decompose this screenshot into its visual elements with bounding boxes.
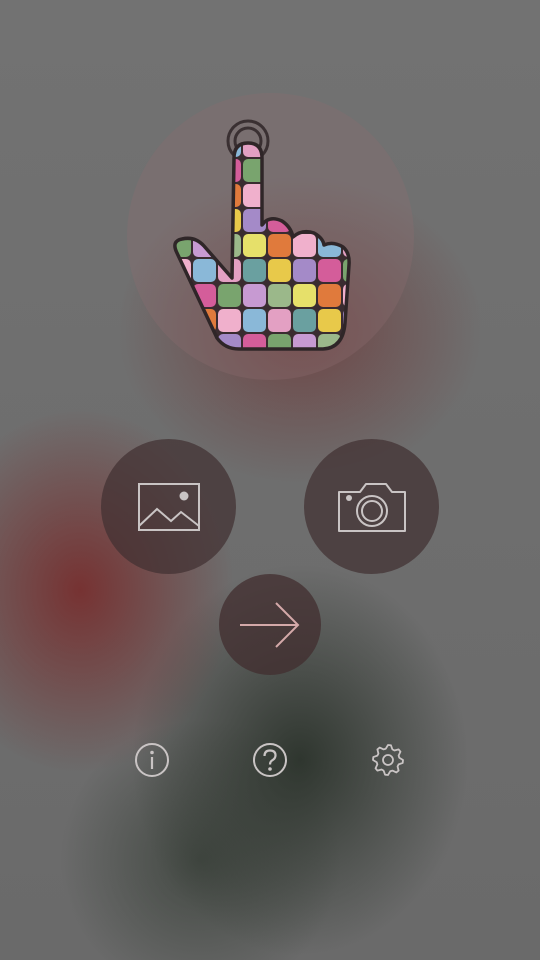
gear-icon — [372, 744, 404, 776]
settings-button[interactable] — [369, 741, 407, 779]
help-icon — [253, 743, 287, 777]
camera-button[interactable] — [304, 439, 439, 574]
image-gallery-icon — [137, 482, 200, 531]
colorful-tapping-hand-icon — [173, 119, 351, 351]
gallery-button[interactable] — [101, 439, 236, 574]
info-icon — [135, 743, 169, 777]
camera-icon — [337, 482, 406, 532]
next-button[interactable] — [219, 574, 321, 675]
arrow-right-icon — [240, 601, 300, 648]
info-button[interactable] — [133, 741, 171, 779]
hero-circle — [127, 93, 414, 380]
help-button[interactable] — [251, 741, 289, 779]
